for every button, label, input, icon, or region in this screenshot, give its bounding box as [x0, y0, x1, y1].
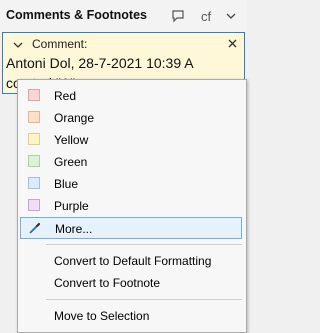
green-swatch: [28, 155, 40, 167]
menu-item-label: Convert to Footnote: [54, 276, 161, 290]
menu-item-label: Red: [54, 89, 77, 103]
menu-item-green[interactable]: Green: [20, 151, 242, 173]
context-menu: Red Orange Yellow Green Blue Purple More…: [17, 79, 247, 333]
menu-item-label: Convert to Default Formatting: [54, 254, 212, 268]
orange-swatch: [28, 111, 40, 123]
menu-separator: [46, 299, 242, 300]
blue-swatch: [28, 177, 40, 189]
menu-item-move-to-selection[interactable]: Move to Selection: [20, 305, 242, 327]
add-comment-icon[interactable]: [169, 6, 187, 26]
collapse-chevron-icon[interactable]: [12, 39, 24, 53]
yellow-swatch: [28, 133, 40, 145]
eyedropper-icon: [28, 221, 42, 238]
menu-item-label: Yellow: [54, 133, 89, 147]
red-swatch: [28, 89, 40, 101]
comment-label: Comment:: [32, 37, 88, 51]
menu-item-label: Blue: [54, 177, 79, 191]
panel-header: Comments & Footnotes cf: [0, 0, 247, 32]
menu-item-convert-footnote[interactable]: Convert to Footnote: [20, 272, 242, 294]
menu-item-label: Orange: [54, 111, 95, 125]
menu-item-label: Purple: [54, 199, 89, 213]
menu-item-label: Move to Selection: [54, 309, 150, 323]
close-icon[interactable]: [227, 38, 238, 52]
menu-item-blue[interactable]: Blue: [20, 173, 242, 195]
chevron-down-icon[interactable]: [223, 6, 239, 26]
panel-title: Comments & Footnotes: [6, 8, 147, 22]
menu-item-red[interactable]: Red: [20, 85, 242, 107]
menu-item-yellow[interactable]: Yellow: [20, 129, 242, 151]
menu-item-label: Green: [54, 155, 88, 169]
comment-card-header: Comment:: [3, 36, 244, 54]
purple-swatch: [28, 199, 40, 211]
menu-item-more[interactable]: More...: [20, 217, 242, 239]
menu-item-convert-default[interactable]: Convert to Default Formatting: [20, 250, 242, 272]
menu-item-orange[interactable]: Orange: [20, 107, 242, 129]
menu-item-label: More...: [55, 222, 93, 236]
menu-separator: [46, 244, 242, 245]
comment-author-line: Antoni Dol, 28-7-2021 10:39 A: [6, 55, 194, 71]
menu-item-purple[interactable]: Purple: [20, 195, 242, 217]
footnote-button[interactable]: cf: [197, 6, 215, 26]
